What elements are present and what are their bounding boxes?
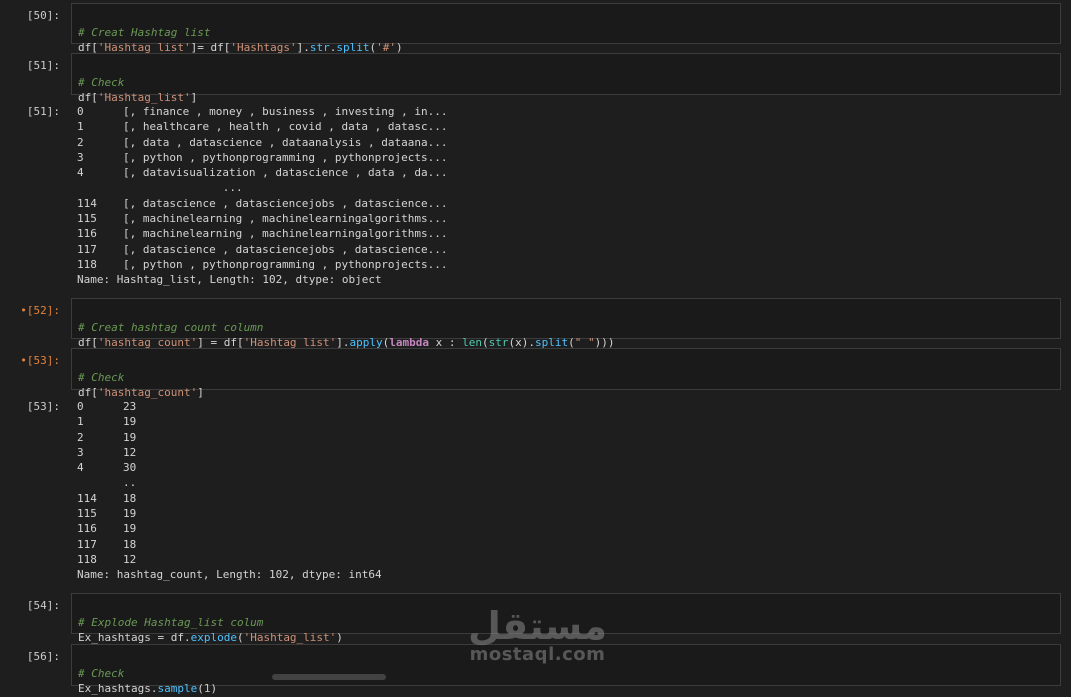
- row-value: [, datascience , datasciencejobs , datas…: [123, 242, 448, 256]
- series-row: 116 19: [77, 521, 382, 536]
- code-comment: # Check: [78, 666, 125, 680]
- series-row: 0 [, finance , money , business , investi…: [77, 104, 448, 119]
- row-index: 116: [77, 522, 97, 536]
- row-index: 4: [77, 461, 84, 475]
- row-value: 18: [123, 491, 137, 505]
- row-index: 3: [77, 150, 84, 164]
- row-index: 114: [77, 196, 97, 210]
- row-value: 23: [123, 400, 137, 413]
- output-count-51: [51]:: [26, 105, 60, 118]
- row-index: 2: [77, 430, 84, 444]
- execution-count-56: [56]:: [26, 650, 60, 663]
- row-value: 18: [123, 537, 137, 551]
- row-value: 12: [123, 552, 137, 566]
- code-editor-54[interactable]: # Explode Hashtag_list colum Ex_hashtags…: [71, 593, 1061, 644]
- row-value: 19: [123, 507, 137, 521]
- series-row: 3 12: [77, 445, 382, 460]
- row-value: [, python , pythonprogramming , pythonpr…: [123, 150, 448, 164]
- row-value: 19: [123, 415, 137, 429]
- row-value: [, datascience , datasciencejobs , datas…: [123, 196, 448, 210]
- row-value: 19: [123, 430, 137, 444]
- code-line: df['Hashtag_list']: [78, 91, 198, 104]
- output-count-53: [53]:: [26, 400, 60, 413]
- series-row: 117 18: [77, 537, 382, 552]
- series-row: 117 [, datascience , datasciencejobs , da…: [77, 242, 448, 257]
- code-line: df['hashtag_count']: [78, 386, 204, 399]
- series-row: 3 [, python , pythonprogramming , pythonp…: [77, 150, 448, 165]
- execution-count-50: [50]:: [26, 9, 60, 22]
- series-row: 4 [, datavisualization , datascience , da…: [77, 165, 448, 180]
- execution-count-52: •[52]:: [20, 304, 60, 317]
- ellipsis: ..: [123, 476, 137, 490]
- row-index: 0: [77, 400, 84, 413]
- execution-count-54: [54]:: [26, 599, 60, 612]
- series-output: 0 [, finance , money , business , investi…: [77, 104, 448, 288]
- series-row: 118 [, python , pythonprogramming , pytho…: [77, 257, 448, 272]
- row-index: 1: [77, 120, 84, 134]
- series-footer: Name: Hashtag_list, Length: 102, dtype: …: [77, 273, 382, 287]
- row-value: [, datavisualization , datascience , dat…: [123, 166, 448, 180]
- series-row: 1 19: [77, 414, 382, 429]
- code-editor-50[interactable]: # Creat Hashtag list df['Hashtag_list']=…: [71, 3, 1061, 54]
- code-line: Ex_hashtags.sample(1): [78, 682, 218, 695]
- row-value: [, finance , money , business , investin…: [123, 105, 448, 118]
- series-row: 114 18: [77, 491, 382, 506]
- code-comment: # Creat Hashtag list: [78, 25, 211, 39]
- series-output: 0 23 1 19 2 19 3 12 4 30.. 114 18 115 19 116 19 117 18 118…: [77, 399, 382, 583]
- row-value: [, python , pythonprogramming , pythonpr…: [123, 257, 448, 271]
- execution-count-51: [51]:: [26, 59, 60, 72]
- execution-count-53: •[53]:: [20, 354, 60, 367]
- row-index: 117: [77, 242, 97, 256]
- horizontal-scrollbar[interactable]: [272, 674, 386, 680]
- series-row: 115 [, machinelearning , machinelearninga…: [77, 211, 448, 226]
- row-index: 0: [77, 105, 84, 118]
- row-index: 3: [77, 445, 84, 459]
- row-index: 115: [77, 212, 97, 226]
- series-row: 114 [, datascience , datasciencejobs , da…: [77, 196, 448, 211]
- code-comment: # Check: [78, 370, 125, 384]
- row-index: 114: [77, 491, 97, 505]
- ellipsis-row: ...: [77, 180, 448, 195]
- series-row: 0 23: [77, 399, 382, 414]
- code-editor-52[interactable]: # Creat hashtag count column df['hashtag…: [71, 298, 1061, 349]
- series-row: 1 [, healthcare , health , covid , data ,…: [77, 119, 448, 134]
- row-value: [, healthcare , health , covid , data , …: [123, 120, 448, 134]
- code-editor-51[interactable]: # Check df['Hashtag_list']: [71, 53, 1061, 104]
- row-value: [, machinelearning , machinelearningalgo…: [123, 227, 448, 241]
- code-line: Ex_hashtags = df.explode('Hashtag_list'): [78, 631, 343, 644]
- row-index: 1: [77, 415, 84, 429]
- series-row: 2 [, data , datascience , dataanalysis , …: [77, 135, 448, 150]
- series-row: 2 19: [77, 430, 382, 445]
- row-index: 2: [77, 135, 84, 149]
- row-value: [, machinelearning , machinelearningalgo…: [123, 212, 448, 226]
- row-value: 30: [123, 461, 137, 475]
- series-row: 118 12: [77, 552, 382, 567]
- ellipsis: ...: [77, 181, 243, 195]
- code-comment: # Check: [78, 75, 125, 89]
- code-comment: # Explode Hashtag_list colum: [78, 615, 264, 629]
- code-editor-53[interactable]: # Check df['hashtag_count']: [71, 348, 1061, 399]
- row-index: 117: [77, 537, 97, 551]
- row-index: 118: [77, 257, 97, 271]
- row-value: 12: [123, 445, 137, 459]
- row-value: [, data , datascience , dataanalysis , d…: [123, 135, 448, 149]
- row-index: 118: [77, 552, 97, 566]
- series-row: 4 30: [77, 460, 382, 475]
- row-index: 115: [77, 507, 97, 521]
- series-row: 116 [, machinelearning , machinelearninga…: [77, 226, 448, 241]
- code-comment: # Creat hashtag count column: [78, 320, 264, 334]
- row-index: 4: [77, 166, 84, 180]
- series-footer: Name: hashtag_count, Length: 102, dtype:…: [77, 568, 382, 582]
- row-index: 116: [77, 227, 97, 241]
- ellipsis-row: ..: [77, 475, 382, 490]
- series-row: 115 19: [77, 506, 382, 521]
- row-value: 19: [123, 522, 137, 536]
